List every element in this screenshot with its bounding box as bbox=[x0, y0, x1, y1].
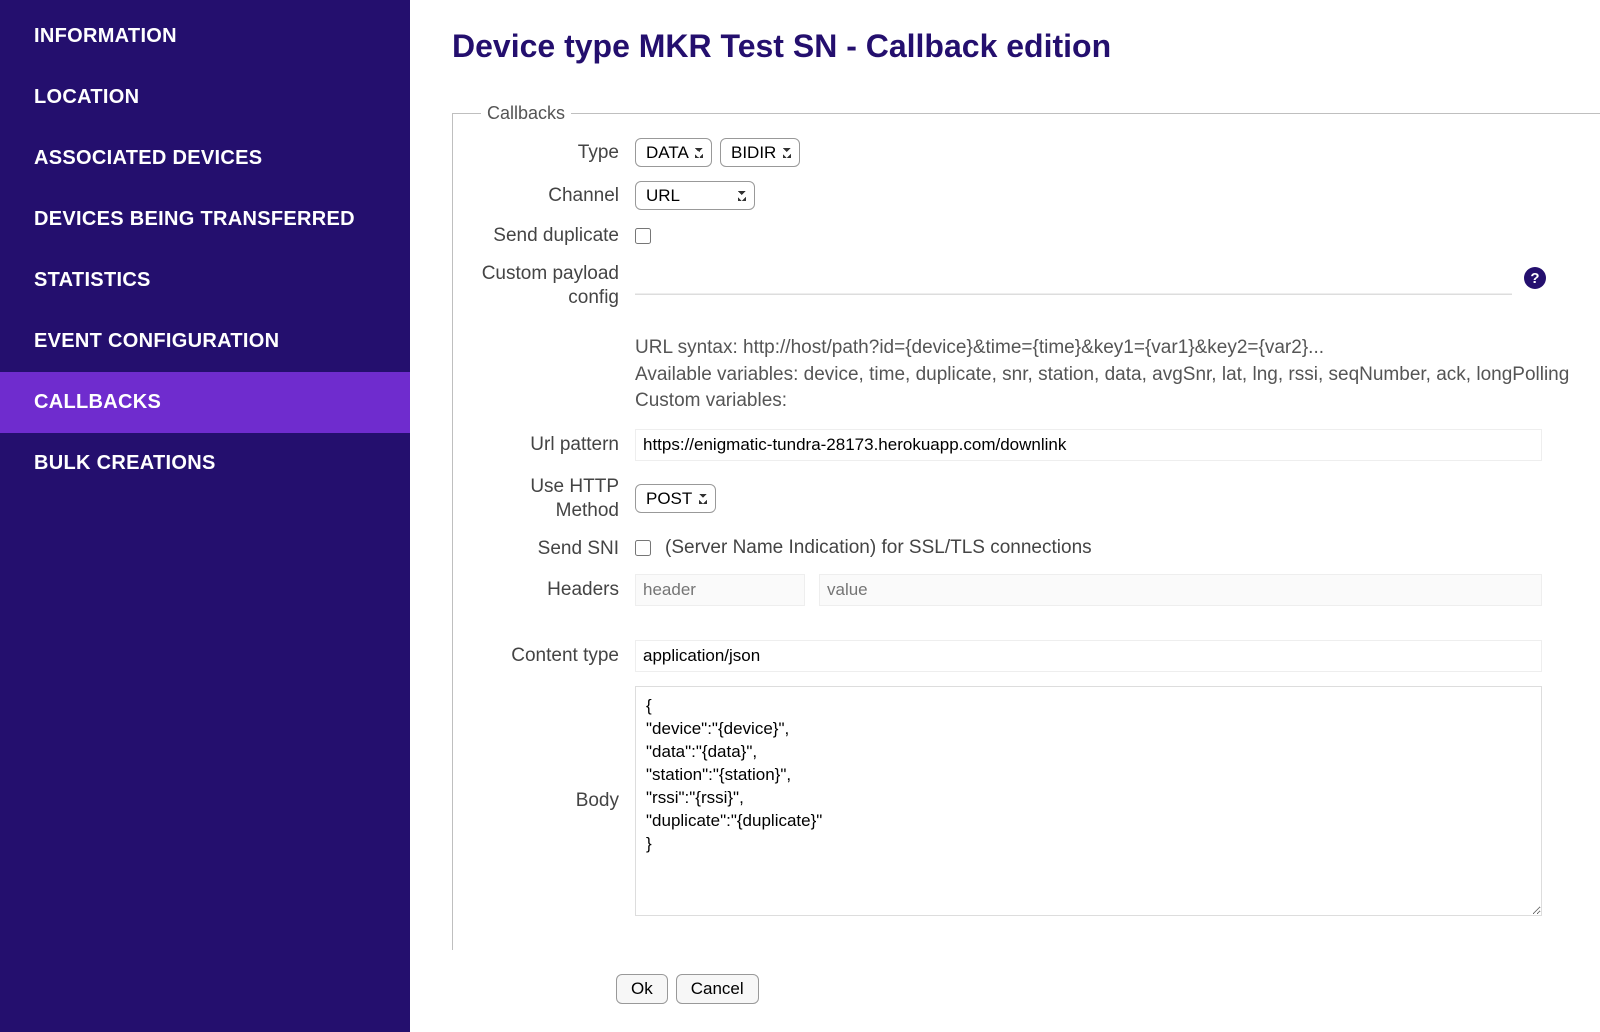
sidebar-item-devices-being-transferred[interactable]: DEVICES BEING TRANSFERRED bbox=[0, 189, 410, 250]
type-label: Type bbox=[471, 141, 635, 165]
http-method-select[interactable]: POST bbox=[635, 484, 716, 513]
headers-label: Headers bbox=[471, 578, 635, 602]
sidebar-item-associated-devices[interactable]: ASSOCIATED DEVICES bbox=[0, 128, 410, 189]
send-duplicate-label: Send duplicate bbox=[471, 224, 635, 248]
page-title: Device type MKR Test SN - Callback editi… bbox=[452, 28, 1600, 65]
http-method-label: Use HTTP Method bbox=[471, 475, 635, 523]
sidebar-item-event-configuration[interactable]: EVENT CONFIGURATION bbox=[0, 311, 410, 372]
content-type-input[interactable] bbox=[635, 640, 1542, 672]
hint-line-3: Custom variables: bbox=[635, 388, 1582, 415]
header-key-input[interactable] bbox=[635, 574, 805, 606]
body-label: Body bbox=[471, 789, 635, 813]
channel-select[interactable]: URL bbox=[635, 181, 755, 210]
main-content: Device type MKR Test SN - Callback editi… bbox=[410, 0, 1600, 1032]
url-pattern-label: Url pattern bbox=[471, 433, 635, 457]
ok-button[interactable]: Ok bbox=[616, 974, 668, 1004]
content-type-label: Content type bbox=[471, 644, 635, 668]
body-textarea[interactable] bbox=[635, 686, 1542, 916]
url-syntax-hint: URL syntax: http://host/path?id={device}… bbox=[635, 335, 1582, 415]
send-sni-description: (Server Name Indication) for SSL/TLS con… bbox=[665, 537, 1092, 559]
send-sni-label: Send SNI bbox=[471, 537, 635, 561]
send-sni-checkbox[interactable] bbox=[635, 540, 651, 556]
header-value-input[interactable] bbox=[819, 574, 1542, 606]
sidebar-item-callbacks[interactable]: CALLBACKS bbox=[0, 372, 410, 433]
sidebar-item-information[interactable]: INFORMATION bbox=[0, 6, 410, 67]
fieldset-legend: Callbacks bbox=[481, 103, 571, 124]
send-duplicate-checkbox[interactable] bbox=[635, 228, 651, 244]
button-bar: Ok Cancel bbox=[616, 974, 1600, 1004]
channel-label: Channel bbox=[471, 184, 635, 208]
sidebar-item-statistics[interactable]: STATISTICS bbox=[0, 250, 410, 311]
custom-payload-label: Custom payload config bbox=[471, 262, 635, 310]
custom-payload-input[interactable] bbox=[635, 262, 1512, 295]
hint-line-1: URL syntax: http://host/path?id={device}… bbox=[635, 335, 1582, 362]
sidebar-item-bulk-creations[interactable]: BULK CREATIONS bbox=[0, 433, 410, 494]
url-pattern-input[interactable] bbox=[635, 429, 1542, 461]
type-sub-select[interactable]: BIDIR bbox=[720, 138, 800, 167]
type-select[interactable]: DATA bbox=[635, 138, 712, 167]
cancel-button[interactable]: Cancel bbox=[676, 974, 759, 1004]
sidebar: INFORMATION LOCATION ASSOCIATED DEVICES … bbox=[0, 0, 410, 1032]
hint-line-2: Available variables: device, time, dupli… bbox=[635, 362, 1582, 389]
sidebar-item-location[interactable]: LOCATION bbox=[0, 67, 410, 128]
help-icon[interactable]: ? bbox=[1524, 267, 1546, 289]
callbacks-fieldset: Callbacks Type DATA BIDIR Channel URL bbox=[452, 103, 1600, 950]
